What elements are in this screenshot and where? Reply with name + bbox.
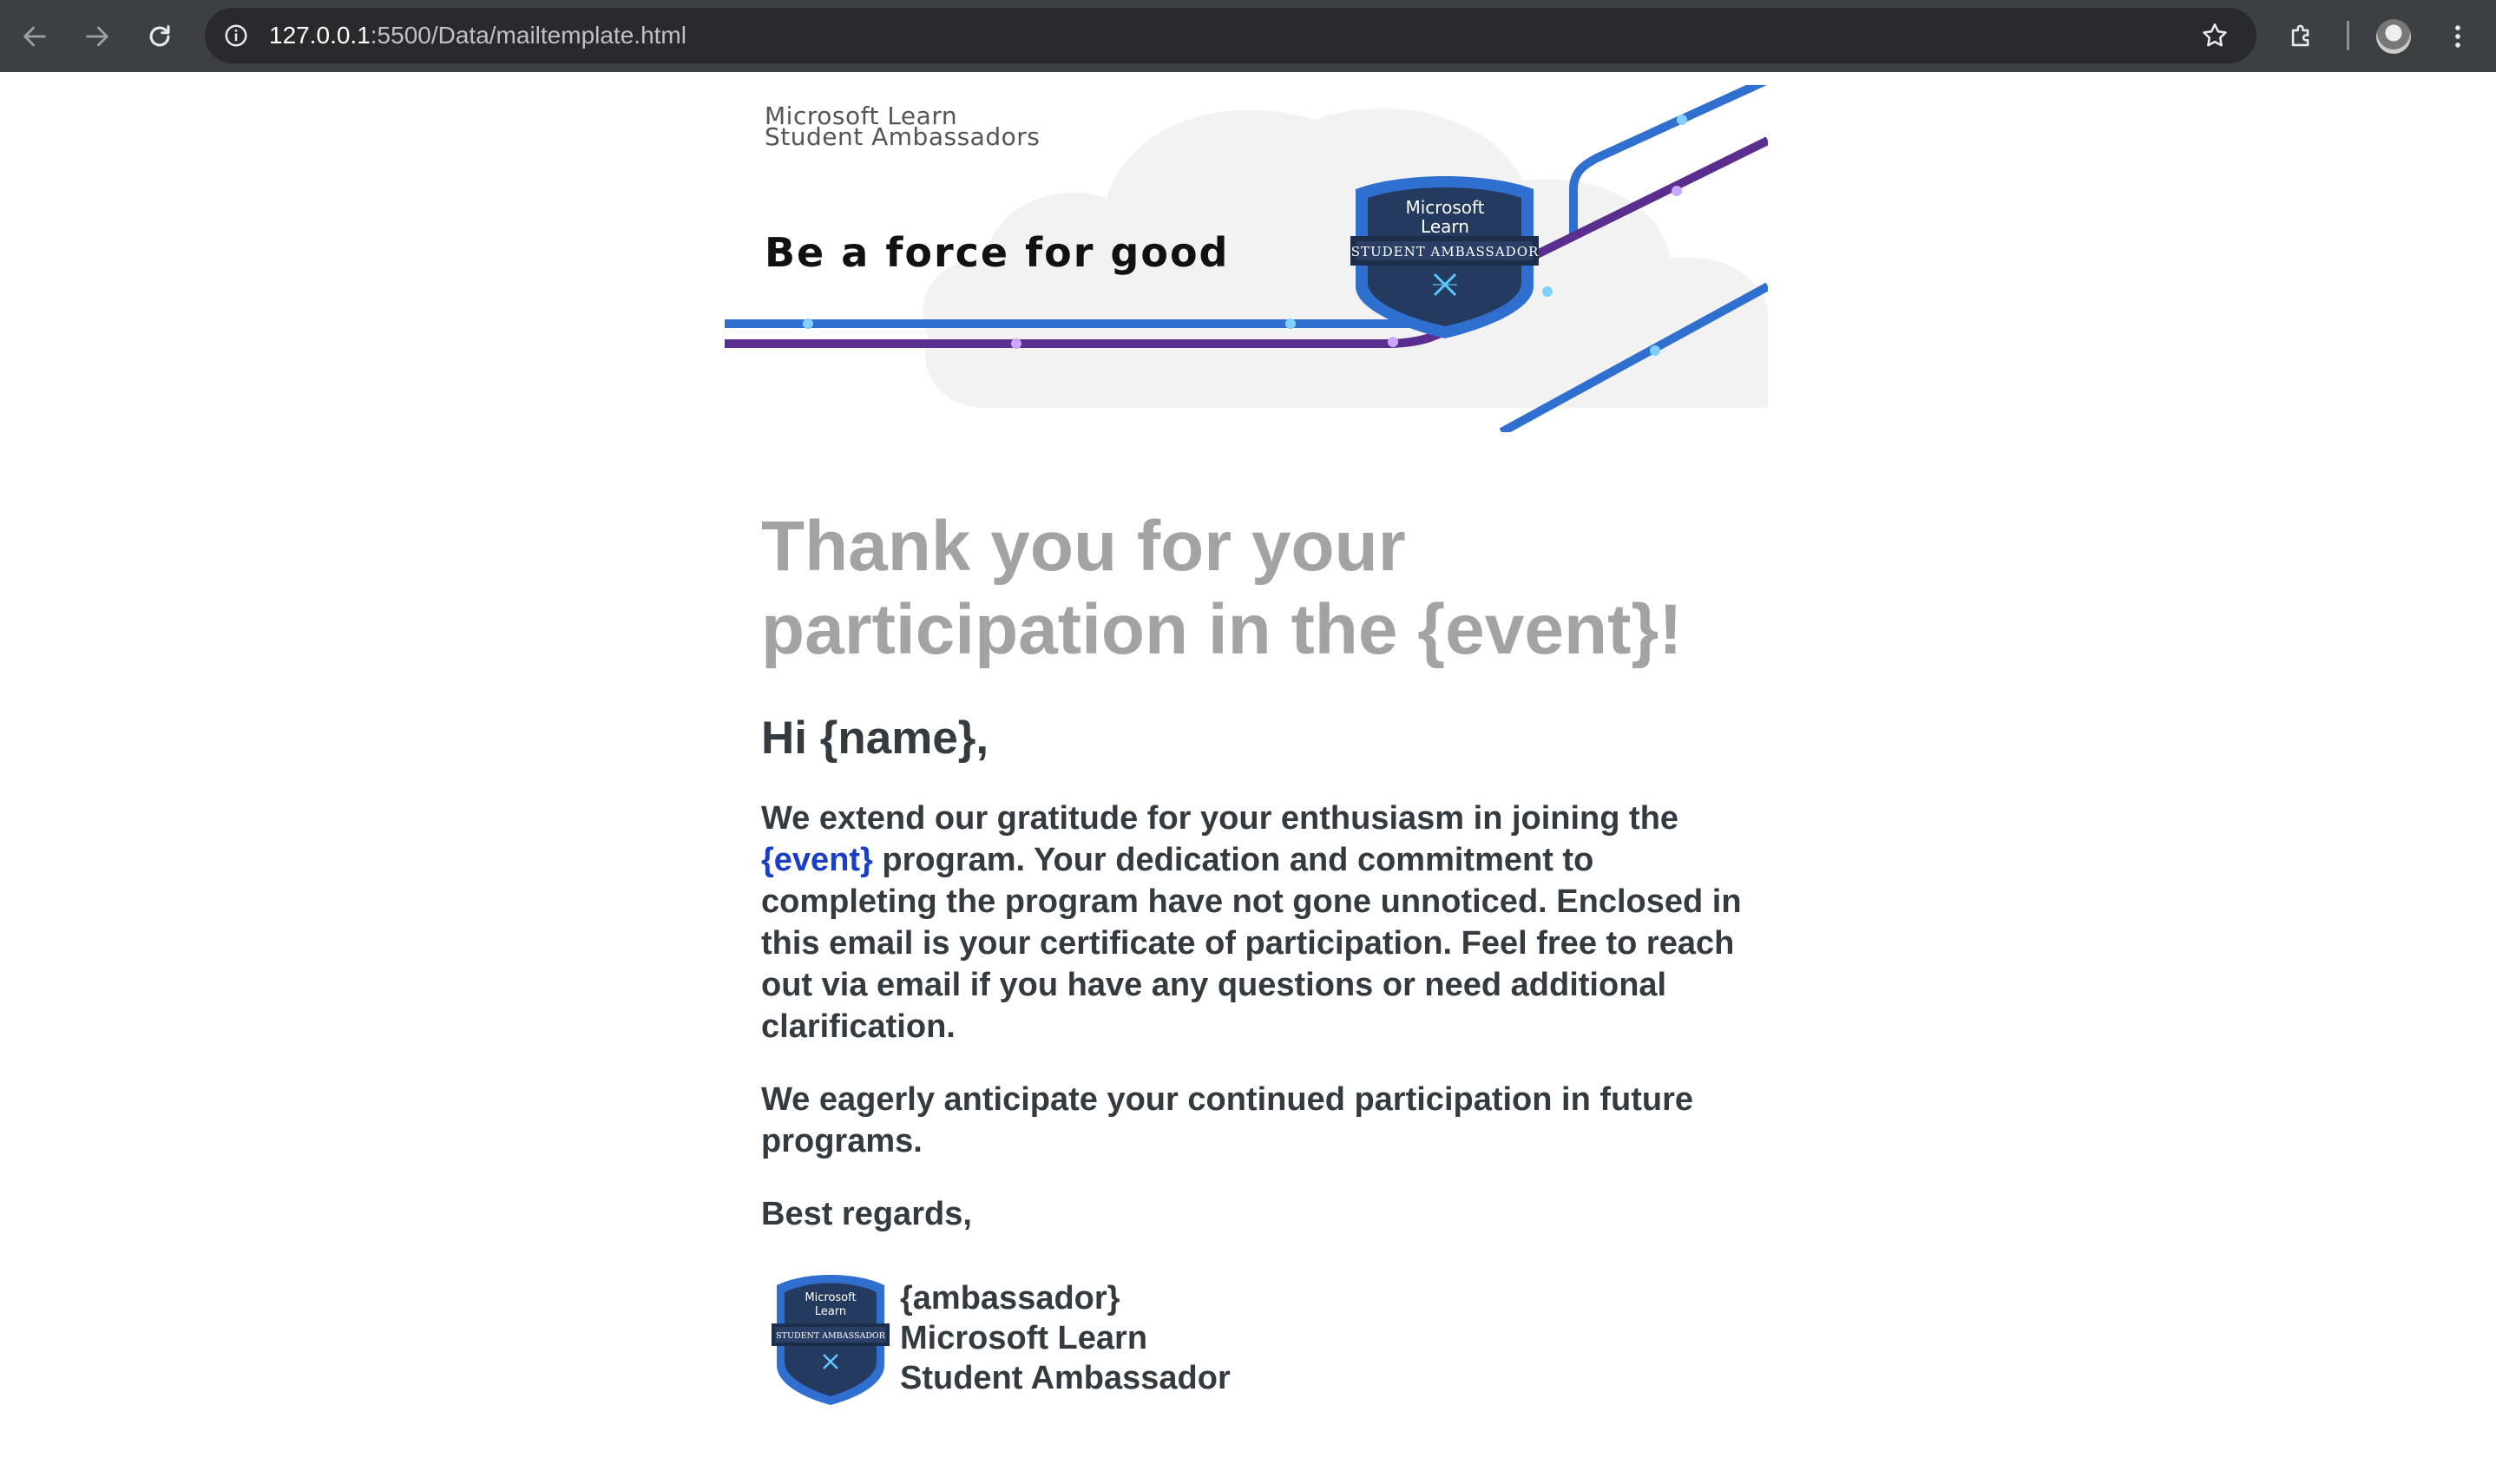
sig-badge-ribbon: STUDENT AMBASSADOR	[776, 1331, 886, 1341]
reload-icon	[149, 25, 170, 47]
bookmark-star-icon[interactable]	[2196, 16, 2234, 55]
badge-top1: Microsoft	[1405, 197, 1484, 218]
url-host: 127.0.0.1	[269, 22, 371, 49]
arrow-left-icon	[23, 26, 46, 47]
signature-name: {ambassador}	[900, 1280, 1120, 1317]
more-vertical-icon	[2455, 25, 2460, 48]
email-template: Microsoft Learn STUDENT AMBASSADOR Micro…	[725, 85, 1768, 1405]
arrow-right-icon	[86, 26, 108, 47]
extensions-button[interactable]	[2277, 12, 2326, 61]
signature-block: Microsoft Learn STUDENT AMBASSADOR {amba…	[761, 1270, 1768, 1405]
browser-toolbar: 127.0.0.1:5500/Data/mailtemplate.html	[0, 0, 2496, 72]
puzzle-icon	[2291, 24, 2309, 47]
brand-line-2: Student Ambassadors	[765, 122, 1041, 151]
reload-button[interactable]	[135, 12, 184, 61]
para1-before: We extend our gratitude for your enthusi…	[761, 800, 1679, 837]
banner-tagline: Be a force for good	[765, 229, 1230, 276]
toolbar-divider	[2347, 21, 2349, 50]
greeting: Hi {name},	[761, 712, 989, 764]
site-info-icon[interactable]	[217, 16, 255, 55]
address-bar[interactable]: 127.0.0.1:5500/Data/mailtemplate.html	[205, 8, 2256, 63]
url-text[interactable]: 127.0.0.1:5500/Data/mailtemplate.html	[269, 8, 686, 63]
back-button[interactable]	[10, 12, 59, 61]
forward-button[interactable]	[73, 12, 122, 61]
para1-after: program. Your dedication and commitment …	[761, 842, 1742, 1045]
page-title: Thank you for your participation in the …	[761, 505, 1742, 672]
badge-top2: Learn	[1421, 216, 1469, 237]
headline-line-1: Thank you for your	[761, 507, 1406, 586]
sig-badge-top2: Learn	[815, 1305, 846, 1318]
email-content: Thank you for your participation in the …	[725, 432, 1768, 1405]
menu-button[interactable]	[2434, 12, 2482, 61]
headline-line-2: participation in the {event}!	[761, 590, 1683, 669]
avatar	[2376, 19, 2411, 54]
profile-button[interactable]	[2369, 12, 2418, 61]
signature-org: Microsoft Learn	[900, 1320, 1148, 1356]
event-link[interactable]: {event}	[761, 842, 873, 878]
sig-badge-top1: Microsoft	[805, 1291, 856, 1304]
header-banner: Microsoft Learn STUDENT AMBASSADOR Micro…	[725, 85, 1768, 432]
body-paragraph-2: We eagerly anticipate your continued par…	[761, 1081, 1694, 1159]
badge-ribbon: STUDENT AMBASSADOR	[1351, 244, 1540, 259]
signature-role: Student Ambassador	[900, 1360, 1231, 1396]
body-paragraph-1: We extend our gratitude for your enthusi…	[761, 798, 1742, 1047]
closing-regards: Best regards,	[761, 1196, 972, 1232]
url-path: :5500/Data/mailtemplate.html	[370, 22, 686, 49]
ambassador-badge-icon: Microsoft Learn STUDENT AMBASSADOR	[772, 1275, 890, 1405]
signature-text: {ambassador} Microsoft Learn Student Amb…	[900, 1278, 1231, 1398]
